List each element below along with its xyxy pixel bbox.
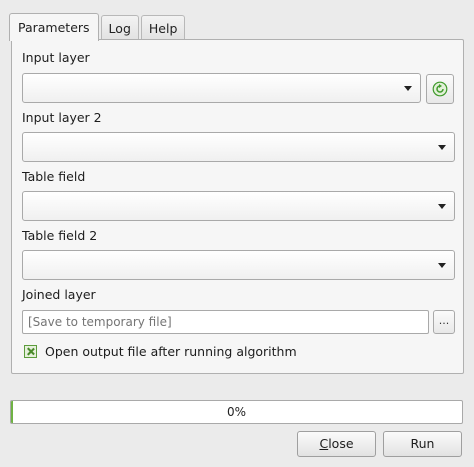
input-layer-label: Input layer bbox=[22, 50, 90, 65]
table-field-label: Table field bbox=[22, 169, 86, 184]
input-layer-2-combo[interactable] bbox=[22, 132, 455, 162]
input-layer-combo[interactable] bbox=[22, 73, 421, 103]
progress-text: 0% bbox=[226, 405, 247, 419]
open-output-checkbox[interactable] bbox=[24, 345, 37, 358]
joined-layer-input[interactable] bbox=[22, 310, 429, 334]
table-field-2-label: Table field 2 bbox=[22, 228, 98, 243]
close-button-mnemonic: C bbox=[319, 436, 329, 451]
iterate-icon bbox=[432, 81, 448, 97]
parameters-panel: Input layer Input layer 2 Table field Ta… bbox=[11, 39, 464, 374]
run-button[interactable]: Run bbox=[383, 431, 462, 457]
open-output-checkbox-row[interactable]: Open output file after running algorithm bbox=[24, 344, 297, 359]
tab-log[interactable]: Log bbox=[100, 15, 139, 40]
iterate-button[interactable] bbox=[426, 74, 454, 104]
tab-bar: Parameters Log Help bbox=[9, 12, 187, 41]
table-field-combo[interactable] bbox=[22, 191, 455, 221]
close-button-label: lose bbox=[328, 436, 354, 451]
progress-bar: 0% bbox=[10, 400, 463, 424]
joined-layer-label: Joined layer bbox=[22, 287, 96, 302]
chevron-down-icon bbox=[438, 145, 446, 150]
chevron-down-icon bbox=[438, 204, 446, 209]
tab-parameters[interactable]: Parameters bbox=[9, 13, 99, 41]
chevron-down-icon bbox=[404, 86, 412, 91]
input-layer-2-label: Input layer 2 bbox=[22, 110, 102, 125]
open-output-checkbox-label: Open output file after running algorithm bbox=[45, 344, 297, 359]
browse-button[interactable]: ... bbox=[433, 310, 455, 334]
tab-help[interactable]: Help bbox=[140, 15, 186, 40]
run-button-label: Run bbox=[410, 436, 435, 451]
chevron-down-icon bbox=[438, 263, 446, 268]
table-field-2-combo[interactable] bbox=[22, 250, 455, 280]
close-button[interactable]: Close bbox=[297, 431, 376, 457]
